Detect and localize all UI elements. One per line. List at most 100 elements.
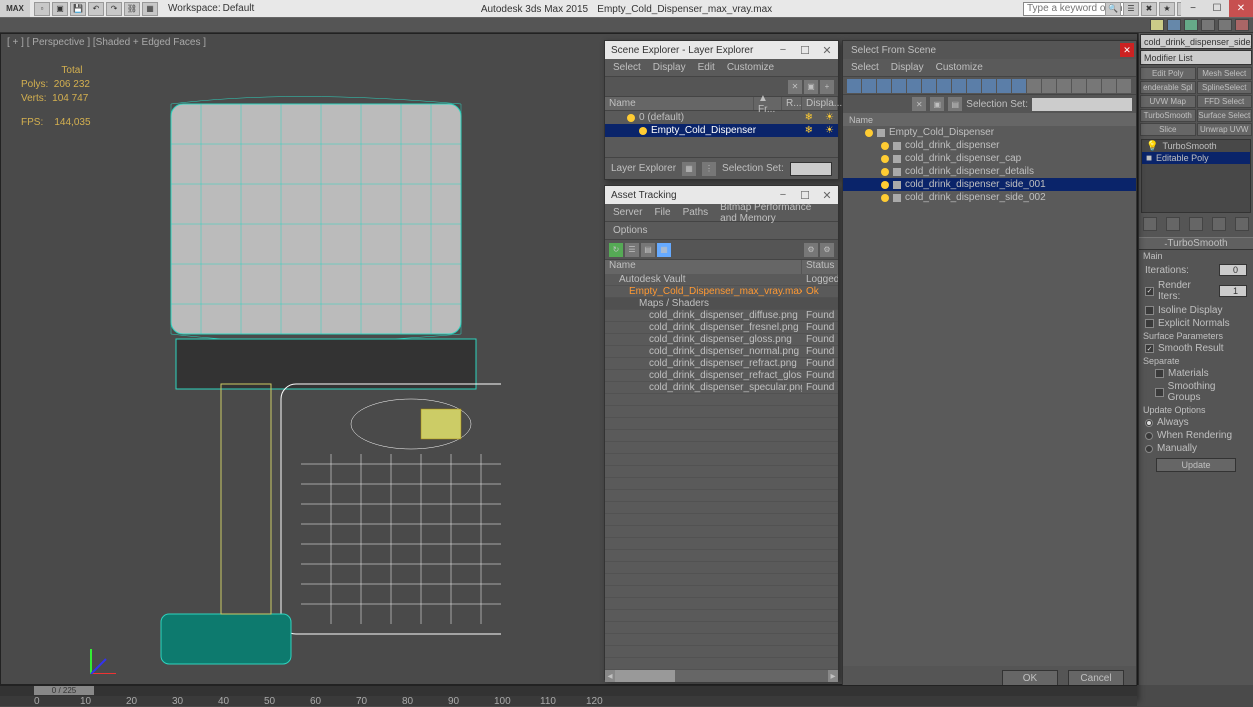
always-radio[interactable]	[1145, 419, 1153, 427]
scene-item[interactable]: cold_drink_dispenser_side_001	[843, 178, 1136, 191]
smgroups-check[interactable]	[1155, 388, 1164, 397]
when-render-radio[interactable]	[1145, 432, 1153, 440]
mod-btn-slice[interactable]: Slice	[1140, 123, 1196, 136]
sfs-view2-icon[interactable]	[1057, 79, 1071, 93]
sfs-filter-9-icon[interactable]	[997, 79, 1011, 93]
se-close-icon[interactable]: ✕	[816, 41, 838, 59]
layer-row[interactable]: 0 (default)❄☀	[605, 111, 838, 124]
mod-btn-edit-poly[interactable]: Edit Poly	[1140, 67, 1196, 80]
se-maximize-icon[interactable]: ☐	[794, 41, 816, 59]
show-result-icon[interactable]	[1166, 217, 1180, 231]
sfs-filter-geom-icon[interactable]	[862, 79, 876, 93]
sfs-filter-cam-icon[interactable]	[907, 79, 921, 93]
sfs-body[interactable]: Empty_Cold_Dispensercold_drink_dispenser…	[843, 126, 1136, 666]
at-opt1-icon[interactable]: ⚙	[804, 243, 818, 257]
sfs-view3-icon[interactable]	[1072, 79, 1086, 93]
menu-file[interactable]: File	[654, 207, 670, 218]
at-list-icon[interactable]: ▤	[641, 243, 655, 257]
update-button[interactable]: Update	[1156, 458, 1236, 472]
asset-row[interactable]: Autodesk VaultLogged	[605, 274, 838, 286]
menu-display[interactable]: Display	[653, 62, 686, 73]
binoculars-icon[interactable]: 🔍	[1105, 2, 1121, 16]
menu-edit[interactable]: Edit	[698, 62, 715, 73]
menu-select[interactable]: Select	[851, 62, 879, 73]
minimize-button[interactable]: −	[1181, 0, 1205, 17]
explicit-check[interactable]	[1145, 319, 1154, 328]
sfs-filter-shape-icon[interactable]	[877, 79, 891, 93]
create-tab-icon[interactable]	[1150, 19, 1164, 31]
scene-explorer-body[interactable]: 0 (default)❄☀Empty_Cold_Dispenser❄☀	[605, 111, 838, 137]
mod-btn-mesh-select[interactable]: Mesh Select	[1197, 67, 1253, 80]
asset-row[interactable]: cold_drink_dispenser_gloss.pngFound	[605, 334, 838, 346]
sfs-list-icon[interactable]	[1117, 79, 1131, 93]
menu-bitmap-performance-and-memory[interactable]: Bitmap Performance and Memory	[720, 202, 830, 224]
menu-display[interactable]: Display	[891, 62, 924, 73]
sfs-filter-bone-icon[interactable]	[982, 79, 996, 93]
smooth-result-check[interactable]: ✓	[1145, 344, 1154, 353]
asset-row[interactable]: cold_drink_dispenser_refract_gloss.pngFo…	[605, 370, 838, 382]
sfs-filter-helper-icon[interactable]	[922, 79, 936, 93]
render-iters-check[interactable]: ✓	[1145, 287, 1154, 296]
at-minimize-icon[interactable]: −	[772, 186, 794, 204]
modify-tab-icon[interactable]	[1167, 19, 1181, 31]
iterations-spinner[interactable]: 0	[1219, 264, 1247, 276]
sfs-funnel-icon[interactable]	[1087, 79, 1101, 93]
scene-item[interactable]: Empty_Cold_Dispenser	[843, 126, 1136, 139]
sfs-filter-10-icon[interactable]	[1012, 79, 1026, 93]
undo-icon[interactable]: ↶	[88, 2, 104, 16]
asset-row[interactable]: Maps / Shaders	[605, 298, 838, 310]
configure-sets-icon[interactable]	[1235, 217, 1249, 231]
sfs-filter-warp-icon[interactable]	[937, 79, 951, 93]
sfs-selset-dropdown[interactable]	[1032, 98, 1132, 111]
scene-item[interactable]: cold_drink_dispenser	[843, 139, 1136, 152]
workspace-dropdown[interactable]: Default	[223, 3, 255, 14]
se-col-render[interactable]: R...	[782, 97, 802, 110]
asset-row[interactable]: cold_drink_dispenser_normal.pngFound	[605, 346, 838, 358]
link-icon[interactable]: ⛓	[124, 2, 140, 16]
menu-server[interactable]: Server	[613, 207, 642, 218]
signin-icon[interactable]: ☰	[1123, 2, 1139, 16]
save-icon[interactable]: 💾	[70, 2, 86, 16]
menu-customize[interactable]: Customize	[727, 62, 774, 73]
mod-btn-surface-select[interactable]: Surface Select	[1197, 109, 1253, 122]
asset-tracking-titlebar[interactable]: Asset Tracking − ☐ ✕	[605, 186, 838, 204]
sfs-filter-xref-icon[interactable]	[967, 79, 981, 93]
stack-item[interactable]: 💡TurboSmooth	[1142, 140, 1250, 152]
time-slider[interactable]: 0 / 225	[34, 686, 94, 695]
asset-row[interactable]: cold_drink_dispenser_diffuse.pngFound	[605, 310, 838, 322]
se-dock-icon[interactable]: ▦	[682, 162, 696, 176]
asset-tracking-body[interactable]: Autodesk VaultLoggedEmpty_Cold_Dispenser…	[605, 274, 838, 670]
sfs-close-icon[interactable]: ✕	[1120, 43, 1134, 57]
asset-row[interactable]: cold_drink_dispenser_refract.pngFound	[605, 358, 838, 370]
layer-row[interactable]: Empty_Cold_Dispenser❄☀	[605, 124, 838, 137]
sfs-filter-group-icon[interactable]	[952, 79, 966, 93]
sfs-view1-icon[interactable]	[1042, 79, 1056, 93]
se-col-name[interactable]: Name	[605, 97, 754, 110]
sfs-tree-icon[interactable]	[1102, 79, 1116, 93]
menu-paths[interactable]: Paths	[683, 207, 709, 218]
sfs-filter-light-icon[interactable]	[892, 79, 906, 93]
redo-icon[interactable]: ↷	[106, 2, 122, 16]
at-table-icon[interactable]: ▦	[657, 243, 671, 257]
maximize-button[interactable]: ☐	[1205, 0, 1229, 17]
asset-row[interactable]: cold_drink_dispenser_fresnel.pngFound	[605, 322, 838, 334]
mod-btn-uvw-map[interactable]: UVW Map	[1140, 95, 1196, 108]
sfs-x-icon[interactable]: ✕	[912, 97, 926, 111]
modifier-list-dropdown[interactable]: Modifier List	[1140, 50, 1252, 65]
mod-btn-unwrap-uvw[interactable]: Unwrap UVW	[1197, 123, 1253, 136]
sfs-titlebar[interactable]: Select From Scene ✕	[843, 41, 1136, 59]
hierarchy-tab-icon[interactable]	[1184, 19, 1198, 31]
object-name-field[interactable]: cold_drink_dispenser_side_001	[1140, 34, 1252, 49]
isoline-check[interactable]	[1145, 306, 1154, 315]
menu-select[interactable]: Select	[613, 62, 641, 73]
make-unique-icon[interactable]	[1189, 217, 1203, 231]
viewport-label[interactable]: [ + ] [ Perspective ] [Shaded + Edged Fa…	[7, 37, 206, 48]
mod-btn-splineselect[interactable]: SplineSelect	[1197, 81, 1253, 94]
materials-check[interactable]	[1155, 369, 1164, 378]
se-layer-icon[interactable]: ▣	[804, 80, 818, 94]
display-tab-icon[interactable]	[1218, 19, 1232, 31]
sfs-sort-icon[interactable]: ▤	[948, 97, 962, 111]
sfs-col-name[interactable]: Name	[843, 113, 1136, 126]
se-add-icon[interactable]: +	[820, 80, 834, 94]
at-opt2-icon[interactable]: ⚙	[820, 243, 834, 257]
